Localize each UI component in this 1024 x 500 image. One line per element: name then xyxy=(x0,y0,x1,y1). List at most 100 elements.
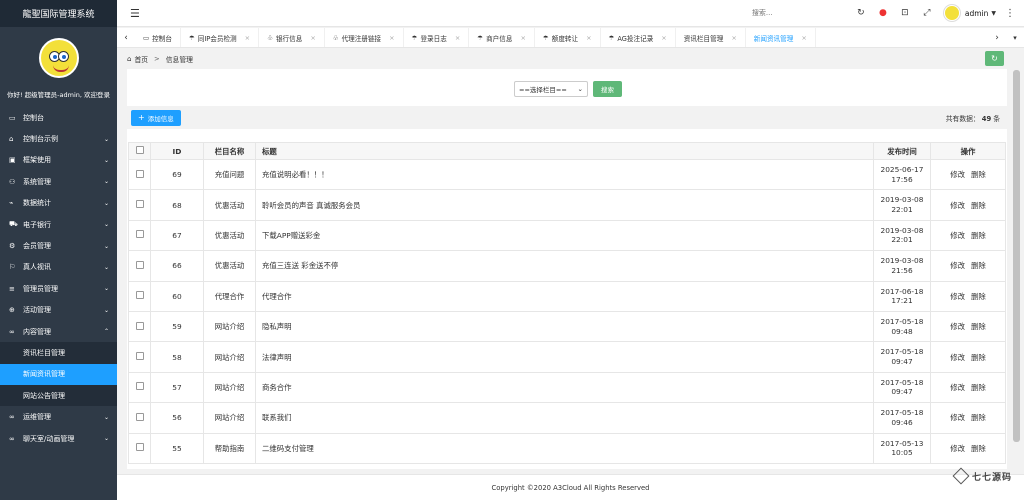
edit-button[interactable]: 修改 xyxy=(950,413,965,422)
close-icon[interactable]: × xyxy=(520,34,525,42)
page-refresh-button[interactable]: ↻ xyxy=(985,51,1004,66)
row-checkbox[interactable] xyxy=(135,200,144,209)
delete-button[interactable]: 删除 xyxy=(971,201,986,210)
cell-title: 下载APP赠送彩金 xyxy=(255,219,874,252)
footer: Copyright ©2020 A3Cloud All Rights Reser… xyxy=(117,474,1024,500)
edit-button[interactable]: 修改 xyxy=(950,353,965,362)
scrollbar[interactable] xyxy=(1013,70,1020,442)
sidebar-item[interactable]: ∞ 运维管理 ⌄ xyxy=(0,406,117,427)
select-all-checkbox[interactable] xyxy=(135,146,144,154)
sidebar-item[interactable]: ⚙ 会员管理 ⌄ xyxy=(0,235,117,256)
delete-button[interactable]: 删除 xyxy=(971,383,986,392)
sidebar-subitem[interactable]: 网站公告管理 xyxy=(0,385,117,407)
tab[interactable]: ☂ AG投注记录 × xyxy=(601,28,676,47)
delete-button[interactable]: 删除 xyxy=(971,292,986,301)
tab[interactable]: ☂ 登录日志 × xyxy=(404,28,470,47)
tab[interactable]: ♧ 银行信息 × xyxy=(259,28,325,47)
sidebar-item[interactable]: ∞ 聊天室/动画管理 ⌄ xyxy=(0,428,117,449)
edit-button[interactable]: 修改 xyxy=(950,231,965,240)
close-icon[interactable]: × xyxy=(245,34,250,42)
fullscreen-icon[interactable]: ⤢ xyxy=(916,8,938,18)
header-category[interactable]: 栏目名称 xyxy=(203,142,256,160)
avatar-small xyxy=(943,5,960,21)
edit-button[interactable]: 修改 xyxy=(950,170,965,179)
sidebar-item[interactable]: ⚇ 系统管理 ⌄ xyxy=(0,171,117,192)
edit-button[interactable]: 修改 xyxy=(950,292,965,301)
row-checkbox[interactable] xyxy=(135,412,144,421)
delete-button[interactable]: 删除 xyxy=(971,444,986,453)
close-icon[interactable]: × xyxy=(389,34,394,42)
search-input[interactable] xyxy=(751,9,832,17)
sidebar-item-label: 框架使用 xyxy=(23,156,51,165)
more-icon[interactable]: ⋮ xyxy=(1002,8,1018,19)
edit-button[interactable]: 修改 xyxy=(950,261,965,270)
row-checkbox[interactable] xyxy=(135,352,144,361)
tab-next-icon[interactable]: › xyxy=(988,33,1006,43)
tab-icon: ♧ xyxy=(267,33,273,42)
sidebar-item[interactable]: ⌁ 数据统计 ⌄ xyxy=(0,193,117,214)
row-checkbox[interactable] xyxy=(135,230,144,239)
header-time[interactable]: 发布时间 xyxy=(873,142,931,160)
header-title[interactable]: 标题 xyxy=(255,142,874,160)
sidebar-item[interactable]: ▭ 控制台 xyxy=(0,107,117,128)
sidebar-item[interactable]: ≡ 管理员管理 ⌄ xyxy=(0,278,117,299)
edit-button[interactable]: 修改 xyxy=(950,383,965,392)
tab[interactable]: 新闻资讯管理 × xyxy=(746,28,816,47)
sidebar-item[interactable]: ⊕ 活动管理 ⌄ xyxy=(0,300,117,321)
delete-button[interactable]: 删除 xyxy=(971,231,986,240)
tab[interactable]: ▭ 控制台 xyxy=(135,28,181,47)
sidebar-subitem[interactable]: 资讯栏目管理 xyxy=(0,342,117,364)
close-icon[interactable]: × xyxy=(801,34,806,42)
row-checkbox[interactable] xyxy=(135,382,144,391)
tab-menu-icon[interactable]: ▾ xyxy=(1006,34,1024,42)
row-checkbox[interactable] xyxy=(135,260,144,269)
delete-button[interactable]: 删除 xyxy=(971,353,986,362)
category-select[interactable]: ==选择栏目== ⌄ xyxy=(514,81,588,97)
close-icon[interactable]: × xyxy=(661,34,666,42)
avatar[interactable] xyxy=(38,38,79,78)
close-icon[interactable]: × xyxy=(731,34,736,42)
delete-button[interactable]: 删除 xyxy=(971,413,986,422)
row-checkbox[interactable] xyxy=(135,443,144,452)
tab[interactable]: ☂ 同IP会员检测 × xyxy=(181,28,260,47)
tab[interactable]: 资讯栏目管理 × xyxy=(676,28,746,47)
row-checkbox[interactable] xyxy=(135,169,144,178)
tab[interactable]: ☂ 商户信息 × xyxy=(469,28,535,47)
sidebar-item[interactable]: ▣ 框架使用 ⌄ xyxy=(0,150,117,171)
scrollbar-thumb[interactable] xyxy=(1013,70,1020,442)
tab-icon: ♧ xyxy=(332,33,339,42)
search-button[interactable]: 搜索 xyxy=(593,81,622,97)
cell-id: 60 xyxy=(150,280,204,312)
row-checkbox[interactable] xyxy=(135,321,144,330)
refresh-icon[interactable]: ↻ xyxy=(850,8,872,18)
sidebar-item[interactable]: ∞ 内容管理 ⌃ xyxy=(0,321,117,342)
delete-button[interactable]: 删除 xyxy=(971,261,986,270)
notification-icon[interactable]: ● xyxy=(872,8,894,18)
user-menu[interactable]: admin ▼ xyxy=(943,5,996,21)
sidebar-item-label: 真人视讯 xyxy=(23,263,51,272)
close-icon[interactable]: × xyxy=(310,34,315,42)
edit-button[interactable]: 修改 xyxy=(950,201,965,210)
sidebar-item[interactable]: ⌂ 控制台示例 ⌄ xyxy=(0,128,117,149)
menu-toggle-icon[interactable]: ☰ xyxy=(130,7,140,20)
breadcrumb-home[interactable]: 首页 xyxy=(134,54,148,64)
lock-icon[interactable]: ⊡ xyxy=(894,8,916,18)
add-info-button[interactable]: + 添加信息 xyxy=(131,109,181,126)
tab-prev-icon[interactable]: ‹ xyxy=(117,33,135,43)
edit-button[interactable]: 修改 xyxy=(950,444,965,453)
tab[interactable]: ♧ 代理注册链接 × xyxy=(325,28,404,47)
cell-category: 网站介绍 xyxy=(203,341,256,373)
row-select-cell xyxy=(128,219,151,252)
sidebar-subitem[interactable]: 新闻资讯管理 xyxy=(0,363,117,386)
sidebar-item[interactable]: ⚐ 真人视讯 ⌄ xyxy=(0,257,117,278)
edit-button[interactable]: 修改 xyxy=(950,322,965,331)
header-id[interactable]: ID xyxy=(150,142,204,160)
delete-button[interactable]: 删除 xyxy=(971,170,986,179)
close-icon[interactable]: × xyxy=(586,34,591,42)
close-icon[interactable]: × xyxy=(455,34,460,42)
sidebar-item-label: 管理员管理 xyxy=(23,284,58,293)
sidebar-item[interactable]: ⛟ 电子银行 ⌄ xyxy=(0,214,117,235)
tab[interactable]: ☂ 额度转让 × xyxy=(535,28,601,47)
delete-button[interactable]: 删除 xyxy=(971,322,986,331)
row-checkbox[interactable] xyxy=(135,291,144,300)
